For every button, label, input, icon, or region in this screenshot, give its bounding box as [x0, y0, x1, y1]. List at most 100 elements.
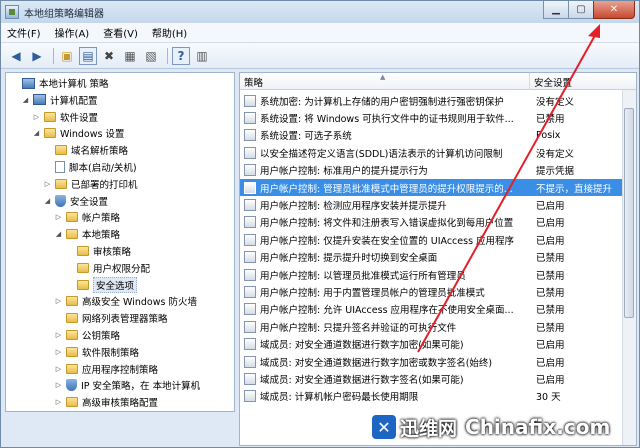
policy-icon: [244, 129, 256, 142]
close-button[interactable]: ✕: [593, 1, 635, 19]
minimize-button[interactable]: ▁: [543, 1, 569, 19]
tree-item[interactable]: ▷ 公钥策略: [54, 327, 120, 343]
help-icon[interactable]: ?: [172, 46, 190, 65]
watermark: ✕ 迅维网 Chinafix.com: [372, 406, 640, 448]
folder-icon: [66, 212, 78, 223]
policy-row[interactable]: 用户帐户控制: 用于内置管理员帐户的管理员批准模式 已禁用: [240, 283, 622, 300]
tree-item[interactable]: 用户权限分配: [65, 260, 150, 276]
policy-row[interactable]: 域成员: 对安全通道数据进行数字加密(如果可能) 已启用: [240, 336, 622, 353]
collapse-icon[interactable]: ◢: [43, 196, 52, 205]
menu-help[interactable]: 帮助(H): [152, 25, 187, 40]
policy-name: 用户帐户控制: 标准用户的提升提示行为: [260, 166, 428, 178]
expand-icon[interactable]: ▷: [32, 112, 41, 121]
policy-icon: [244, 251, 256, 264]
policy-row[interactable]: 用户帐户控制: 检测应用程序安装并提示提升 已启用: [240, 196, 622, 213]
tree-item[interactable]: 网络列表管理器策略: [54, 310, 168, 326]
shield-icon: [55, 194, 66, 207]
tree-item[interactable]: ▷ 应用程序控制策略: [54, 361, 158, 377]
computer-icon: [22, 77, 35, 89]
policy-icon: [244, 303, 256, 316]
policy-row[interactable]: 用户帐户控制: 允许 UIAccess 应用程序在不使用安全桌面... 已禁用: [240, 301, 622, 318]
policy-name: 用户帐户控制: 提示提升时切换到安全桌面: [260, 253, 438, 265]
tree-item[interactable]: ▷ 软件限制策略: [54, 344, 139, 360]
policy-icon: [244, 94, 256, 107]
folder-icon: [66, 330, 78, 340]
menu-view[interactable]: 查看(V): [103, 25, 138, 40]
tree-item[interactable]: ◢ 本地策略: [54, 226, 120, 242]
maximize-button[interactable]: ▢: [568, 1, 594, 19]
policy-row[interactable]: 域成员: 对安全通道数据进行数字签名(如果可能) 已启用: [240, 370, 622, 387]
tree-item[interactable]: 域名解析策略: [43, 142, 128, 158]
tree-item[interactable]: 审核策略: [65, 243, 131, 259]
expand-icon[interactable]: ▷: [54, 213, 63, 222]
window-controls: ▁ ▢ ✕: [543, 1, 635, 19]
forward-icon[interactable]: ▶: [28, 47, 46, 65]
policy-row[interactable]: 系统设置: 将 Windows 可执行文件中的证书规则用于软件... 已禁用: [240, 109, 622, 126]
policy-row[interactable]: 以安全描述符定义语言(SDDL)语法表示的计算机访问限制 没有定义: [240, 144, 622, 161]
tree-item[interactable]: ◢ 计算机配置: [21, 92, 98, 108]
menu-file[interactable]: 文件(F): [7, 25, 41, 40]
policy-name: 用户帐户控制: 只提升签名并验证的可执行文件: [260, 322, 457, 334]
export-list-icon[interactable]: ▧: [142, 47, 160, 65]
expand-icon[interactable]: ▷: [54, 364, 63, 373]
filter-icon[interactable]: ▥: [193, 47, 211, 65]
policy-row[interactable]: 用户帐户控制: 提示提升时切换到安全桌面 已禁用: [240, 249, 622, 266]
expand-icon[interactable]: ▷: [54, 331, 63, 340]
tree-item[interactable]: ▷ 帐户策略: [54, 209, 120, 225]
toolbar-separator: [53, 47, 54, 64]
policy-row[interactable]: 用户帐户控制: 管理员批准模式中管理员的提升权限提示的... 不提示，直接提升: [240, 179, 622, 196]
tree-item-label: IP 安全策略，在 本地计算机: [81, 381, 201, 393]
tree-item[interactable]: 安全选项: [65, 276, 138, 293]
tree-item[interactable]: ▷ 高级审核策略配置: [54, 394, 158, 410]
expand-icon[interactable]: ▷: [54, 398, 63, 407]
tree-item[interactable]: ▷ 已部署的打印机: [43, 176, 138, 192]
tree-item[interactable]: ▷ 高级安全 Windows 防火墙: [54, 293, 197, 309]
tree-item[interactable]: ◢ 安全设置: [43, 193, 108, 209]
menu-action[interactable]: 操作(A): [55, 25, 90, 40]
toolbar-separator: [167, 47, 168, 64]
policy-row[interactable]: 域成员: 计算机帐户密码最长使用期限 30 天: [240, 388, 622, 405]
expand-icon[interactable]: ▷: [54, 347, 63, 356]
tree-item[interactable]: 本地计算机 策略: [10, 75, 109, 91]
vertical-scrollbar[interactable]: [622, 90, 636, 445]
policy-setting: 不提示，直接提升: [536, 183, 613, 195]
collapse-icon[interactable]: ◢: [54, 230, 63, 239]
tree-item[interactable]: ▷ IP 安全策略，在 本地计算机: [54, 377, 200, 393]
policy-row[interactable]: 域成员: 对安全通道数据进行数字加密或数字签名(始终) 已启用: [240, 353, 622, 370]
column-security-setting[interactable]: 安全设置: [530, 73, 620, 90]
expand-icon[interactable]: ▷: [54, 297, 63, 306]
expand-icon[interactable]: ▷: [54, 381, 63, 390]
tree-item[interactable]: ▷ 软件设置: [32, 109, 98, 125]
back-icon[interactable]: ◀: [7, 47, 25, 65]
policy-name: 域成员: 对安全通道数据进行数字加密或数字签名(始终): [260, 357, 493, 369]
collapse-icon[interactable]: ◢: [32, 129, 41, 138]
policy-icon: [244, 164, 256, 177]
policy-row[interactable]: 系统加密: 为计算机上存储的用户密钥强制进行强密钥保护 没有定义: [240, 92, 622, 109]
properties-icon[interactable]: ▦: [121, 47, 139, 65]
tree-item-label: 应用程序控制策略: [82, 364, 159, 376]
policy-row[interactable]: 用户帐户控制: 仅提升安装在安全位置的 UIAccess 应用程序 已启用: [240, 231, 622, 248]
scrollbar-thumb[interactable]: [624, 108, 634, 318]
expand-icon[interactable]: ▷: [43, 179, 52, 188]
policy-row[interactable]: 用户帐户控制: 以管理员批准模式运行所有管理员 已禁用: [240, 266, 622, 283]
collapse-icon[interactable]: ◢: [21, 95, 30, 104]
tree-item[interactable]: ◢ Windows 设置: [32, 125, 124, 141]
policy-row[interactable]: 用户帐户控制: 只提升签名并验证的可执行文件 已禁用: [240, 318, 622, 335]
policy-setting: 已禁用: [536, 287, 565, 299]
title-bar[interactable]: 本地组策略编辑器 ▁ ▢ ✕: [1, 1, 639, 23]
delete-icon[interactable]: ✖: [100, 47, 118, 65]
policy-row[interactable]: 系统设置: 可选子系统 Posix: [240, 127, 622, 144]
up-folder-icon[interactable]: ▣: [58, 47, 76, 65]
policy-row[interactable]: 用户帐户控制: 标准用户的提升提示行为 提示凭据: [240, 162, 622, 179]
tree-item-label: 软件设置: [60, 112, 99, 124]
show-hide-tree-icon[interactable]: ▤: [79, 46, 97, 65]
policy-row[interactable]: 用户帐户控制: 将文件和注册表写入错误虚拟化到每用户位置 已启用: [240, 214, 622, 231]
tree-item[interactable]: 脚本(启动/关机): [43, 159, 137, 175]
folder-icon: [66, 397, 78, 408]
policy-name: 系统设置: 可选子系统: [260, 131, 352, 143]
folder-icon: [66, 313, 78, 324]
policy-name: 用户帐户控制: 管理员批准模式中管理员的提升权限提示的...: [260, 183, 513, 195]
policy-name: 用户帐户控制: 检测应用程序安装并提示提升: [260, 200, 447, 212]
